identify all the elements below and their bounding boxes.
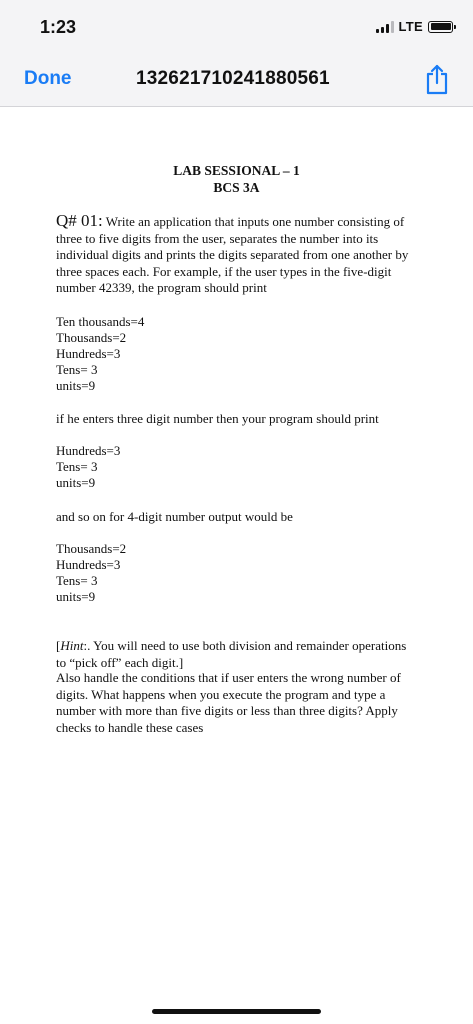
- example3-line: Thousands=2: [56, 541, 127, 556]
- example1-line: units=9: [56, 378, 96, 393]
- share-button[interactable]: [424, 63, 450, 95]
- question-paragraph: Q# 01: Write an application that inputs …: [56, 211, 418, 297]
- three-digit-intro: if he enters three digit number then you…: [56, 411, 379, 426]
- share-icon: [426, 64, 448, 95]
- example1-line: Hundreds=3: [56, 346, 121, 361]
- question-label: Q# 01:: [56, 211, 103, 230]
- hint-label: Hint: [60, 638, 84, 653]
- class-heading: BCS 3A: [213, 180, 260, 195]
- example3-line: Hundreds=3: [56, 557, 121, 572]
- status-time: 1:23: [40, 17, 77, 37]
- status-indicators: LTE: [375, 19, 456, 34]
- example1-line: Tens= 3: [56, 362, 98, 377]
- document-title: 13262171024188056​1: [136, 68, 330, 89]
- final-paragraph: Also handle the conditions that if user …: [56, 670, 401, 735]
- example3-line: Tens= 3: [56, 573, 98, 588]
- example1-line: Thousands=2: [56, 330, 127, 345]
- home-indicator[interactable]: [152, 1009, 321, 1014]
- example1-line: Ten thousands=4: [56, 314, 145, 329]
- hint-text: :. You will need to use both division an…: [56, 638, 407, 670]
- example2-line: Hundreds=3: [56, 443, 121, 458]
- example2-line: Tens= 3: [56, 459, 98, 474]
- lab-heading: LAB SESSIONAL – 1: [173, 163, 300, 178]
- example3-line: units=9: [56, 589, 96, 604]
- hint-paragraph: [Hint:. You will need to use both divisi…: [56, 638, 418, 671]
- four-digit-intro: and so on for 4-digit number output woul…: [56, 509, 293, 524]
- navigation-bar: 1:23 LTE Done 13262171024188056​1: [0, 0, 473, 107]
- signal-icon: [375, 20, 394, 33]
- question-text: Write an application that inputs one num…: [56, 214, 409, 295]
- example2-line: units=9: [56, 475, 96, 490]
- battery-icon: [428, 20, 456, 33]
- done-button[interactable]: Done: [24, 68, 72, 90]
- network-label: LTE: [398, 19, 423, 34]
